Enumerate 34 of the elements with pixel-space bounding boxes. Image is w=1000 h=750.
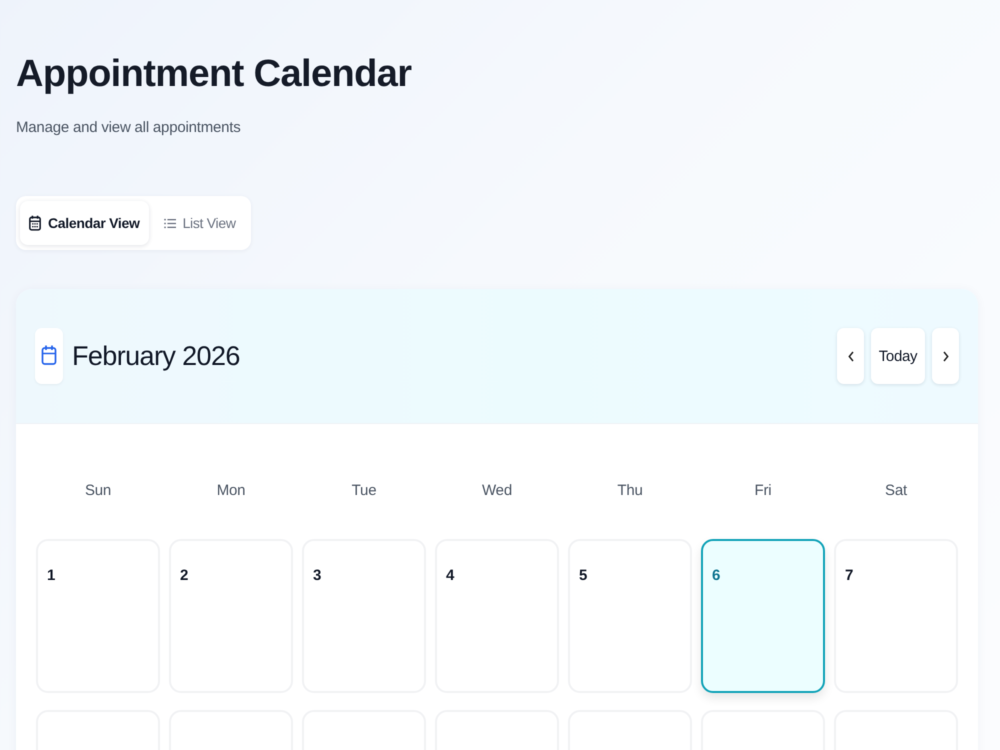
month-title: February 2026 bbox=[72, 340, 240, 372]
weekday-label: Wed bbox=[481, 481, 513, 501]
day-number: 4 bbox=[446, 567, 454, 584]
day-number: 7 bbox=[845, 567, 854, 584]
next-month-button[interactable] bbox=[932, 328, 959, 384]
day-number: 3 bbox=[313, 567, 322, 584]
weekday-label: Tue bbox=[350, 481, 378, 501]
weekday-label: Mon bbox=[216, 481, 246, 501]
day-cell[interactable]: 7 bbox=[834, 539, 958, 693]
list-icon bbox=[164, 218, 176, 228]
weekday-label: Sat bbox=[884, 481, 908, 501]
day-cell[interactable]: 5 bbox=[568, 539, 692, 693]
chevron-right-icon bbox=[942, 350, 948, 362]
day-cell[interactable]: 3 bbox=[302, 539, 426, 693]
day-number: 5 bbox=[579, 567, 588, 584]
calendar-view-tab[interactable]: Calendar View bbox=[20, 201, 149, 245]
weekday-label: Thu bbox=[616, 481, 644, 501]
day-cell[interactable]: 4 bbox=[435, 539, 559, 693]
previous-month-button[interactable] bbox=[837, 328, 864, 384]
day-number: 2 bbox=[180, 567, 188, 584]
weekday-label: Sun bbox=[84, 481, 112, 501]
day-cell[interactable]: 2 bbox=[169, 539, 293, 693]
chevron-left-icon bbox=[848, 350, 854, 362]
list-view-tab[interactable]: List View bbox=[154, 201, 245, 245]
today-day-cell[interactable]: 6 bbox=[701, 539, 825, 693]
day-number: 1 bbox=[47, 567, 56, 584]
page-title: Appointment Calendar bbox=[16, 52, 412, 97]
page-subtitle: Manage and view all appointments bbox=[16, 118, 242, 138]
day-number: 6 bbox=[712, 567, 720, 584]
weekday-label: Fri bbox=[754, 481, 772, 501]
calendar-icon bbox=[29, 215, 41, 231]
day-cell[interactable]: 1 bbox=[36, 539, 160, 693]
calendar-icon bbox=[35, 328, 63, 384]
today-button[interactable]: Today bbox=[871, 328, 925, 384]
